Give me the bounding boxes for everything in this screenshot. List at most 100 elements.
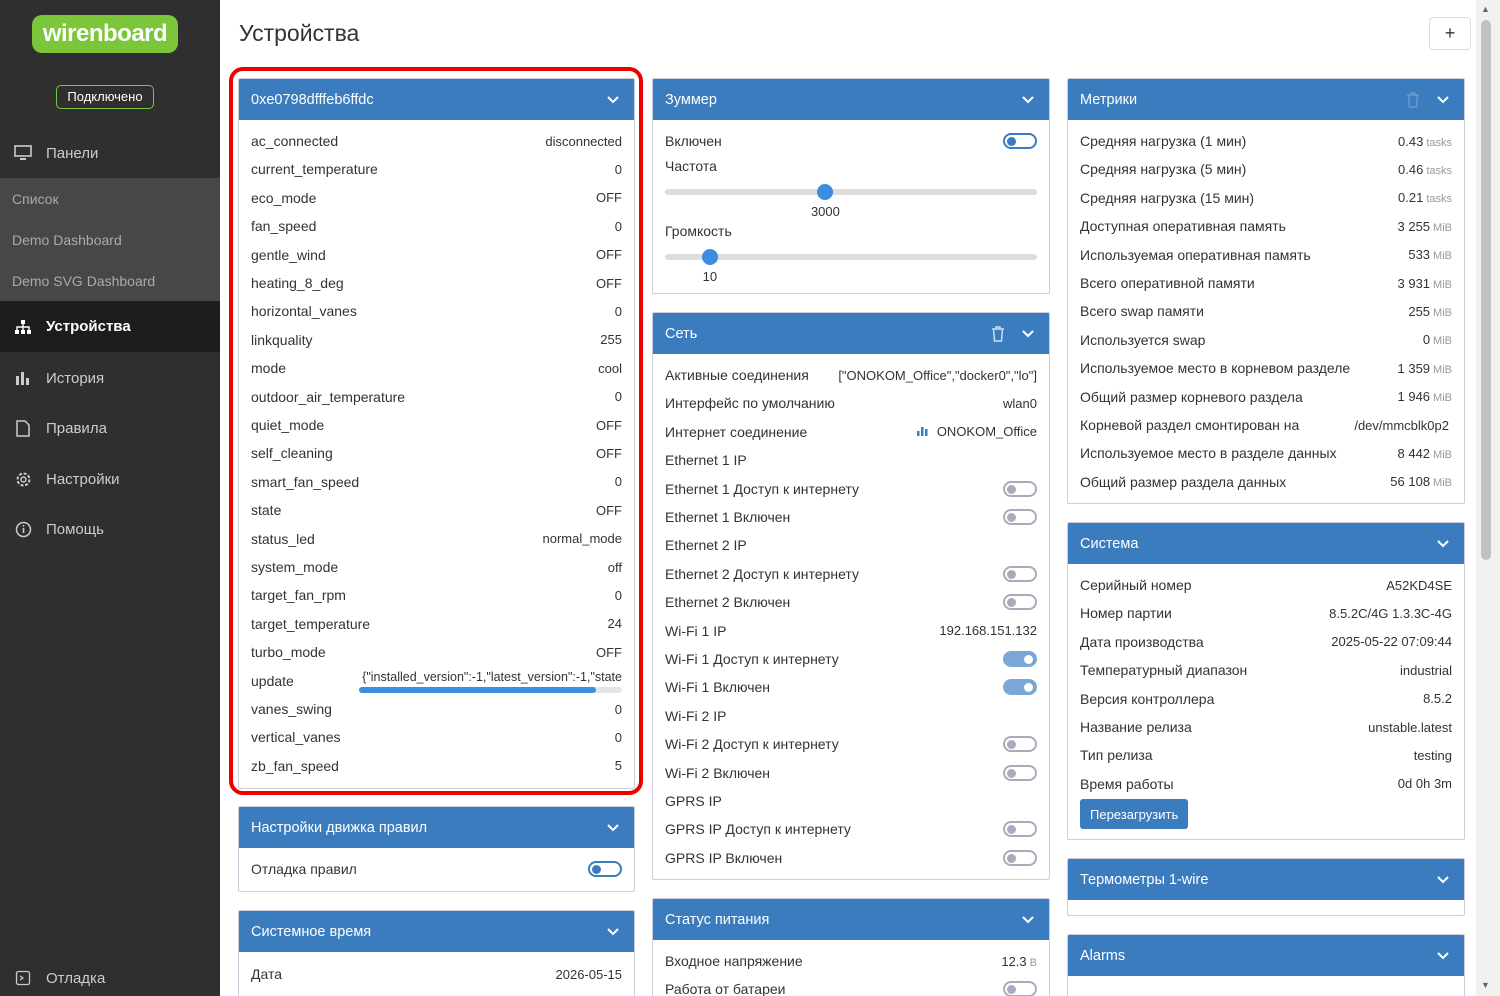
row-toggle[interactable] [1003,480,1037,497]
sidebar-item-label: Список [12,190,59,207]
chevron-down-icon [1022,95,1034,103]
card-title: Настройки движка правил [251,819,428,836]
row-value-wrap: ["ONOKOM_Office","docker0","lo"] [838,368,1037,383]
metric-row: Корневой раздел смонтирован на/dev/mmcbl… [1080,415,1452,435]
sidebar-item-demo-svg-dashboard[interactable]: Demo SVG Dashboard [0,260,220,301]
sidebar-item-help[interactable]: Помощь [0,516,220,542]
rules-debug-toggle[interactable] [588,861,622,877]
network-row: Интерфейс по умолчанию wlan0 [665,393,1037,413]
row-value: 0d 0h 3m [1397,776,1452,792]
row-value-wrap: 533 MiB [1408,247,1452,262]
sidebar-item-panels[interactable]: Панели [0,140,220,166]
sidebar-item-debug[interactable]: Отладка [0,965,220,991]
chevron-down-icon [1437,875,1449,883]
power-status-header[interactable]: Статус питания [653,899,1049,940]
wirenboard-logo[interactable]: wirenboard [32,15,178,53]
row-unit: MiB [1433,306,1452,319]
row-label: Серийный номер [1080,577,1192,593]
thermometers-header[interactable]: Термометры 1-wire [1068,859,1464,900]
scroll-up-icon[interactable]: ▲ [1481,4,1490,14]
sidebar: wirenboard Подключено Панели Список Demo… [0,0,220,996]
scrollbar-thumb[interactable] [1481,20,1491,560]
sidebar-item-demo-dashboard[interactable]: Demo Dashboard [0,219,220,260]
network-row: Wi-Fi 2 IP [665,706,1037,726]
network-row: Активные соединения ["ONOKOM_Office","doc… [665,365,1037,385]
row-label: Wi-Fi 2 Включен [665,764,771,781]
row-toggle[interactable] [1003,594,1037,611]
row-label: Доступная оперативная память [1080,218,1286,235]
row-value-wrap: testing [1414,748,1452,763]
network-row: GPRS IP Включен [665,848,1037,868]
sidebar-item-history[interactable]: История [0,365,220,391]
row-value: 3 931 [1397,275,1431,291]
metric-row: Всего swap памяти 255 MiB [1080,301,1452,321]
network-row: Wi-Fi 1 Включен [665,677,1037,697]
row-label: GPRS IP Включен [665,849,783,866]
row-label: GPRS IP Доступ к интернету [665,821,851,838]
row-value: 8.5.2C/4G 1.3.3C-4G [1329,605,1452,621]
frequency-value: 3000 [810,204,840,219]
metric-row: Средняя нагрузка (15 мин) 0.21 tasks [1080,188,1452,208]
sidebar-item-rules[interactable]: Правила [0,415,220,441]
frequency-slider[interactable] [665,184,1037,200]
row-label: Отладка правил [251,861,357,877]
card-title: Сеть [665,325,698,342]
alarms-header[interactable]: Alarms [1068,935,1464,976]
system-time-header[interactable]: Системное время [239,911,634,952]
row-value: 8 442 [1397,445,1431,461]
reboot-button[interactable]: Перезагрузить [1080,799,1189,829]
network-header[interactable]: Сеть [653,313,1049,354]
row-value-wrap: 0.46 tasks [1398,162,1452,177]
sidebar-item-label: Помощь [46,520,104,538]
add-button[interactable]: + [1429,17,1471,50]
row-label: Частота [665,158,717,174]
battery-toggle[interactable] [1003,981,1037,996]
sidebar-item-list[interactable]: Список [0,178,220,219]
row-value: 0.46 [1398,161,1424,177]
volume-slider-handle[interactable] [701,249,718,265]
scrollbar[interactable]: ▲ ▼ [1476,0,1500,996]
buzzer-header[interactable]: Зуммер [653,79,1049,120]
row-label: Работа от батареи [665,981,786,996]
row-value: industrial [1399,662,1452,678]
signal-icon [916,424,937,439]
buzzer-enabled-toggle[interactable] [1003,133,1037,149]
network-row: Wi-Fi 1 Доступ к интернету [665,649,1037,669]
system-header[interactable]: Система [1068,523,1464,564]
row-toggle[interactable] [1003,849,1037,866]
frequency-slider-handle[interactable] [816,184,833,200]
row-label: Дата производства [1080,633,1204,650]
row-value-wrap: 2025-05-22 07:09:44 [1331,634,1452,649]
row-value: 2026-05-15 [555,966,623,982]
row-toggle[interactable] [1003,736,1037,753]
row-toggle[interactable] [1003,821,1037,838]
trash-icon[interactable] [1406,91,1420,108]
row-unit: В [1029,956,1037,969]
row-label: Средняя нагрузка (15 мин) [1080,189,1255,206]
row-toggle[interactable] [1003,679,1037,696]
system-row: Серийный номер A52KD4SE [1080,575,1452,595]
row-label: Wi-Fi 1 IP [665,622,727,639]
chevron-down-icon [1437,95,1449,103]
row-toggle[interactable] [1003,764,1037,781]
scroll-down-icon[interactable]: ▼ [1481,980,1490,990]
trash-icon[interactable] [991,325,1005,342]
row-toggle[interactable] [1003,565,1037,582]
row-label: Wi-Fi 1 Включен [665,679,771,696]
sidebar-item-devices[interactable]: Устройства [0,301,220,352]
metrics-header[interactable]: Метрики [1068,79,1464,120]
volume-slider[interactable] [665,249,1037,265]
row-toggle[interactable] [1003,651,1037,667]
sidebar-item-label: Устройства [46,318,131,335]
card-title: Системное время [251,923,372,940]
date-row: Дата 2026-05-15 [251,964,622,984]
system-row: Версия контроллера 8.5.2 [1080,689,1452,709]
row-toggle[interactable] [1003,509,1037,525]
row-value-wrap: industrial [1400,663,1452,678]
row-label: Активные соединения [665,367,809,383]
row-value-wrap: /dev/mmcblk0p2 [1354,418,1452,433]
sidebar-item-settings[interactable]: Настройки [0,466,220,492]
card-title: Метрики [1080,91,1138,108]
sidebar-item-label: История [46,369,105,387]
rules-engine-header[interactable]: Настройки движка правил [239,807,634,848]
